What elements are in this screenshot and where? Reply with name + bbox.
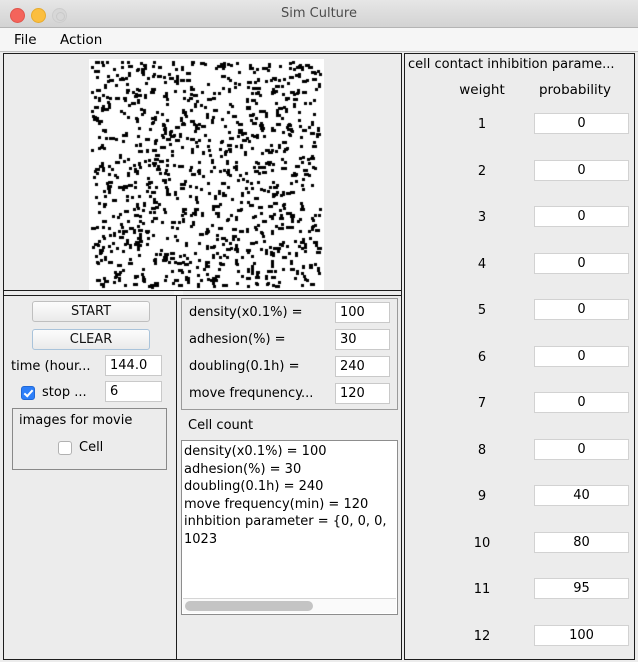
density-label: density(x0.1%) = xyxy=(189,305,303,320)
column-header-weight: weight xyxy=(459,82,505,98)
split-pane-handle[interactable] xyxy=(174,291,183,295)
inhibition-weight-label: 4 xyxy=(477,256,487,272)
stop-checkbox[interactable] xyxy=(21,386,35,400)
canvas-region xyxy=(4,54,401,290)
inhibition-weight-label: 10 xyxy=(473,535,491,551)
log-horizontal-scrollbar[interactable] xyxy=(183,598,396,613)
inhibition-row: 10 80 xyxy=(405,525,634,571)
stop-label: stop ... xyxy=(42,385,87,400)
inhibition-probability-field[interactable]: 0 xyxy=(534,159,629,181)
inhibition-weight-label: 6 xyxy=(477,349,487,365)
inhibition-probability-field[interactable]: 40 xyxy=(534,485,629,506)
inhibition-probability-field[interactable]: 0 xyxy=(534,438,629,460)
inhibition-probability-field[interactable]: 0 xyxy=(534,113,629,134)
inhibition-probability-field[interactable]: 95 xyxy=(534,578,629,599)
density-field[interactable]: 100 xyxy=(335,302,390,323)
menu-bar: File Action xyxy=(0,28,638,52)
inhibition-panel: cell contact inhibition parame... weight… xyxy=(404,53,635,660)
inhibition-row: 20 xyxy=(405,153,634,199)
adhesion-field[interactable]: 30 xyxy=(335,329,390,350)
doubling-label: doubling(0.1h) = xyxy=(189,359,300,374)
move-frequency-field[interactable]: 120 xyxy=(335,383,390,404)
log-horizontal-scrollbar-thumb[interactable] xyxy=(185,601,313,611)
inhibition-weight-label: 12 xyxy=(473,628,491,644)
inhibition-weight-label: 1 xyxy=(477,117,487,132)
window-title: Sim Culture xyxy=(281,6,357,21)
window-titlebar: Sim Culture xyxy=(0,0,638,28)
time-label: time (hour... xyxy=(11,359,91,374)
images-for-movie-group: images for movie Cell xyxy=(12,408,167,470)
control-column: START CLEAR time (hour... 144.0 stop ...… xyxy=(4,296,177,659)
inhibition-row: 9 40 xyxy=(405,478,634,524)
inhibition-row: 60 xyxy=(405,339,634,385)
stop-field[interactable]: 6 xyxy=(105,381,162,402)
inhibition-weight-label: 9 xyxy=(477,489,487,504)
log-textarea-content: density(x0.1%) = 100 adhesion(%) = 30 do… xyxy=(184,443,395,595)
cell-culture-canvas[interactable] xyxy=(89,59,324,290)
inhibition-weight-label: 3 xyxy=(477,210,487,225)
inhibition-row: 11 95 xyxy=(405,571,634,617)
doubling-field[interactable]: 240 xyxy=(335,356,390,377)
menu-file[interactable]: File xyxy=(8,31,43,49)
inhibition-panel-title: cell contact inhibition parame... xyxy=(408,57,615,72)
inhibition-row: 12 100 xyxy=(405,618,634,660)
inhibition-weight-label: 5 xyxy=(477,303,487,318)
inhibition-probability-field[interactable]: 0 xyxy=(534,299,629,320)
menu-action[interactable]: Action xyxy=(54,31,108,49)
column-header-probability: probability xyxy=(538,82,612,98)
inhibition-row: 10 xyxy=(405,106,634,152)
inhibition-weight-label: 8 xyxy=(477,442,487,458)
inhibition-row: 40 xyxy=(405,246,634,292)
inhibition-row: 50 xyxy=(405,292,634,338)
simulation-frame: START CLEAR time (hour... 144.0 stop ...… xyxy=(3,53,402,660)
inhibition-weight-label: 11 xyxy=(473,582,491,597)
move-frequency-label: move frequnency... xyxy=(189,386,314,401)
parameter-box: density(x0.1%) = 100 adhesion(%) = 30 do… xyxy=(181,298,398,410)
images-for-movie-title: images for movie xyxy=(19,413,133,428)
inhibition-probability-field[interactable]: 100 xyxy=(534,624,629,646)
inhibition-weight-label: 2 xyxy=(477,163,487,179)
cell-count-label: Cell count xyxy=(188,418,254,433)
time-field[interactable]: 144.0 xyxy=(105,355,162,376)
movie-cell-label: Cell xyxy=(79,440,104,455)
inhibition-probability-field[interactable]: 0 xyxy=(534,345,629,367)
inhibition-probability-field[interactable]: 0 xyxy=(534,392,629,413)
log-textarea[interactable]: density(x0.1%) = 100 adhesion(%) = 30 do… xyxy=(181,440,398,615)
inhibition-row: 80 xyxy=(405,432,634,478)
inhibition-probability-field[interactable]: 80 xyxy=(534,531,629,553)
inhibition-row: 70 xyxy=(405,385,634,431)
adhesion-label: adhesion(%) = xyxy=(189,332,286,347)
parameter-column: density(x0.1%) = 100 adhesion(%) = 30 do… xyxy=(178,296,401,659)
inhibition-weight-label: 7 xyxy=(477,396,487,411)
inhibition-probability-field[interactable]: 0 xyxy=(534,252,629,274)
start-button[interactable]: START xyxy=(32,301,150,322)
inhibition-probability-field[interactable]: 0 xyxy=(534,206,629,227)
sim-culture-window: Sim Culture File Action START CLEAR time… xyxy=(0,0,638,662)
inhibition-row: 30 xyxy=(405,199,634,245)
main-content: START CLEAR time (hour... 144.0 stop ...… xyxy=(0,52,638,662)
clear-button[interactable]: CLEAR xyxy=(32,329,150,350)
movie-cell-checkbox[interactable] xyxy=(58,441,72,455)
cell-culture-canvas-surface[interactable] xyxy=(89,59,324,290)
